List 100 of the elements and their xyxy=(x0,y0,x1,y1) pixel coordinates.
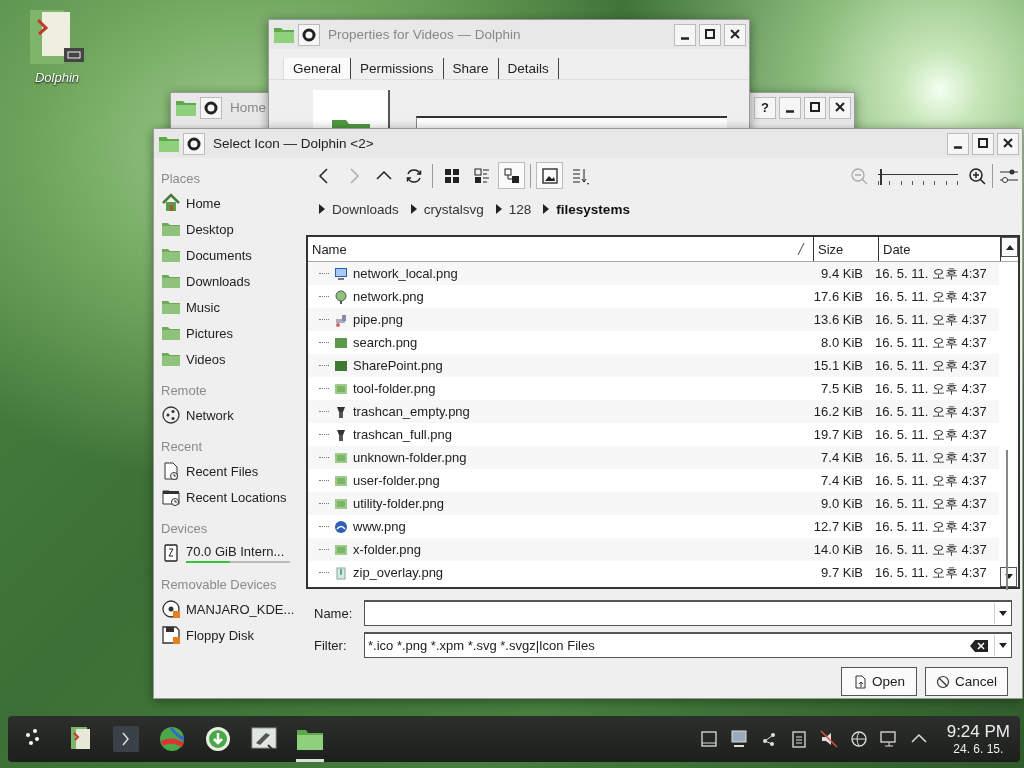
sidebar-item[interactable]: Floppy Disk xyxy=(161,622,306,648)
sidebar-item[interactable]: Network xyxy=(161,402,306,428)
scroll-up-button[interactable] xyxy=(1001,237,1018,257)
zoom-in-icon[interactable] xyxy=(967,165,987,186)
sidebar-item[interactable]: Recent Locations xyxy=(161,484,306,510)
sidebar-item[interactable]: Downloads xyxy=(161,268,306,294)
file-row[interactable]: www.png 12.7 KiB 16. 5. 11. 오후 4:37 xyxy=(308,515,999,538)
file-row[interactable]: trashcan_full.png 19.7 KiB 16. 5. 11. 오후 4:37 xyxy=(308,423,999,446)
close-button[interactable] xyxy=(997,132,1019,155)
pin-button[interactable] xyxy=(183,132,205,155)
minimize-button[interactable] xyxy=(674,23,696,46)
folder-icon xyxy=(334,473,348,488)
tree-view-icon xyxy=(501,165,522,186)
sidebar-item[interactable]: Desktop xyxy=(161,216,306,242)
breadcrumb-item[interactable]: crystalsvg xyxy=(423,201,489,217)
file-row[interactable]: x-folder.png 14.0 KiB 16. 5. 11. 오후 4:37 xyxy=(308,538,999,561)
close-icon xyxy=(1002,136,1014,149)
file-size: 13.6 KiB xyxy=(812,312,863,327)
file-row[interactable]: utility-folder.png 9.0 KiB 16. 5. 11. 오후 4:37 xyxy=(308,492,999,515)
sidebar-item[interactable]: Videos xyxy=(161,346,306,372)
file-row[interactable]: SharePoint.png 15.1 KiB 16. 5. 11. 오후 4:37 xyxy=(308,354,999,377)
arrow-icon[interactable] xyxy=(494,204,503,214)
close-button[interactable] xyxy=(829,96,851,119)
file-row[interactable]: trashcan_empty.png 16.2 KiB 16. 5. 11. 오후 4:37 xyxy=(308,400,999,423)
breadcrumb-item[interactable]: Downloads xyxy=(332,201,404,217)
download-icon[interactable] xyxy=(204,725,232,753)
folder-icon xyxy=(334,450,348,465)
clock-time[interactable]: 9:24 PM xyxy=(946,722,1010,742)
monitor-icon[interactable] xyxy=(728,729,749,749)
details-view-button[interactable] xyxy=(498,162,525,189)
terminal-icon[interactable] xyxy=(112,725,140,753)
close-button[interactable] xyxy=(724,23,746,46)
monitor-icon xyxy=(334,266,348,281)
file-name: unknown-folder.png xyxy=(353,450,468,465)
sidebar-item[interactable]: Music xyxy=(161,294,306,320)
place-label: Documents xyxy=(186,247,252,263)
minimize-button[interactable] xyxy=(947,132,969,155)
maximize-button[interactable] xyxy=(804,96,826,119)
column-label: Name xyxy=(312,241,347,257)
file-row[interactable]: network_local.png 9.4 KiB 16. 5. 11. 오후 4:37 xyxy=(308,262,999,285)
tab[interactable]: Share xyxy=(443,58,499,79)
breadcrumb-item[interactable]: filesystems xyxy=(556,201,635,217)
section-heading: Places xyxy=(161,170,202,188)
clock-date[interactable]: 24. 6. 15. xyxy=(953,742,1004,756)
minimize-button[interactable] xyxy=(779,96,801,119)
disc-icon xyxy=(161,599,181,619)
minimize-icon xyxy=(785,109,795,113)
help-button[interactable]: ? xyxy=(754,96,776,119)
sidebar-item[interactable]: Documents xyxy=(161,242,306,268)
file-date: 16. 5. 11. 오후 4:37 xyxy=(874,287,988,306)
maximize-button[interactable] xyxy=(699,23,721,46)
scrollbar-thumb[interactable] xyxy=(1006,450,1008,590)
name-label: Name: xyxy=(314,605,354,621)
sidebar-item[interactable]: MANJARO_KDE... xyxy=(161,596,306,622)
arrow-icon[interactable] xyxy=(409,204,418,214)
trash-icon xyxy=(334,404,348,419)
column-header[interactable]: Name xyxy=(308,237,814,261)
speaker-muted-icon[interactable] xyxy=(818,729,839,749)
tab[interactable]: Details xyxy=(498,58,559,79)
pin-button[interactable] xyxy=(200,96,222,119)
file-row[interactable]: unknown-folder.png 7.4 KiB 16. 5. 11. 오후 4:37 xyxy=(308,446,999,469)
display-icon[interactable] xyxy=(878,729,899,749)
file-size: 7.5 KiB xyxy=(820,381,863,396)
document-folder-icon[interactable] xyxy=(28,8,86,66)
tab[interactable]: General xyxy=(283,58,352,79)
dropdown-icon[interactable] xyxy=(999,642,1007,649)
breadcrumb-item[interactable]: 128 xyxy=(508,201,537,217)
place-label: Floppy Disk xyxy=(186,627,254,643)
pin-button[interactable] xyxy=(298,23,320,46)
close-icon xyxy=(834,100,846,113)
file-row[interactable]: zip_overlay.png 9.7 KiB 16. 5. 11. 오후 4:37 xyxy=(308,561,999,584)
file-row[interactable]: tool-folder.png 7.5 KiB 16. 5. 11. 오후 4:37 xyxy=(308,377,999,400)
sidebar-item[interactable]: 70.0 GiB Intern... xyxy=(161,540,306,566)
globe-icon[interactable] xyxy=(848,729,869,749)
house-icon xyxy=(161,193,181,213)
dropdown-icon[interactable] xyxy=(999,610,1007,617)
file-date: 16. 5. 11. 오후 4:37 xyxy=(874,264,988,283)
tab[interactable]: Permissions xyxy=(351,58,444,79)
arrow-icon[interactable] xyxy=(318,204,326,214)
sidebar-item[interactable]: Home xyxy=(161,190,306,216)
arrow-icon[interactable] xyxy=(542,204,551,214)
cancel-button[interactable]: Cancel xyxy=(924,667,1008,696)
clear-icon[interactable] xyxy=(970,639,988,652)
column-header[interactable]: Size xyxy=(814,237,879,261)
globe-icon[interactable] xyxy=(158,725,186,753)
window-icon[interactable] xyxy=(698,729,719,749)
file-row[interactable]: user-folder.png 7.4 KiB 16. 5. 11. 오후 4:37 xyxy=(308,469,999,492)
file-row[interactable]: pipe.png 13.6 KiB 16. 5. 11. 오후 4:37 xyxy=(308,308,999,331)
name-field[interactable] xyxy=(364,600,1012,626)
minimize-icon xyxy=(953,145,963,149)
preview-button[interactable] xyxy=(536,162,563,189)
file-size: 9.0 KiB xyxy=(820,496,863,511)
maximize-button[interactable] xyxy=(972,132,994,155)
recent-folder-icon xyxy=(161,487,181,507)
filter-field[interactable]: *.ico *.png *.xpm *.svg *.svgz|Icon Files xyxy=(364,632,1012,658)
sidebar-item[interactable]: Recent Files xyxy=(161,458,306,484)
open-button[interactable]: Open xyxy=(840,667,917,696)
sidebar-item[interactable]: Pictures xyxy=(161,320,306,346)
file-row[interactable]: search.png 8.0 KiB 16. 5. 11. 오후 4:37 xyxy=(308,331,999,354)
file-row[interactable]: network.png 17.6 KiB 16. 5. 11. 오후 4:37 xyxy=(308,285,999,308)
